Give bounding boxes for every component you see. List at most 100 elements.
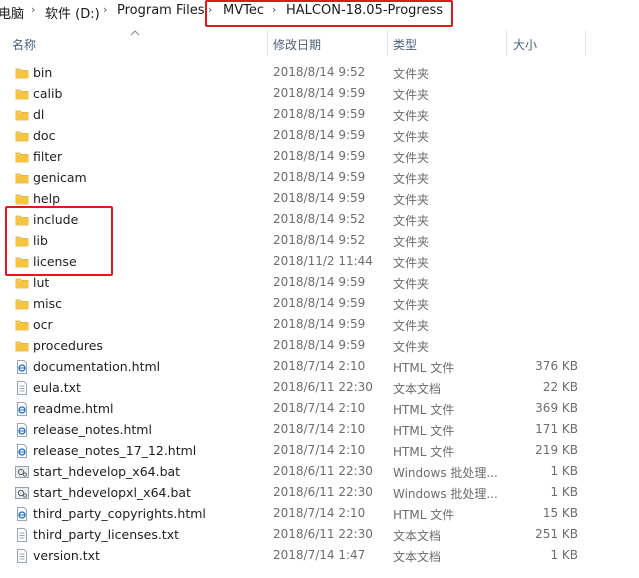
- breadcrumb-item-this-pc[interactable]: 电脑: [0, 3, 24, 22]
- file-date: 2018/8/14 9:59: [273, 86, 366, 100]
- file-row[interactable]: dl 2018/8/14 9:59 文件夹: [0, 105, 639, 126]
- breadcrumb-separator-icon[interactable]: ›: [31, 3, 35, 16]
- file-name: help: [33, 191, 61, 206]
- column-header-size[interactable]: 大小: [513, 36, 537, 53]
- file-row[interactable]: readme.html 2018/7/14 2:10 HTML 文件 369 KB: [0, 399, 639, 420]
- file-row[interactable]: lut 2018/8/14 9:59 文件夹: [0, 273, 639, 294]
- file-type: 文件夹: [393, 193, 430, 207]
- file-date: 2018/7/14 2:10: [273, 506, 366, 520]
- file-type: 文本文档: [393, 529, 442, 543]
- file-type: HTML 文件: [393, 424, 455, 438]
- file-date: 2018/6/11 22:30: [273, 527, 373, 541]
- html-file-icon: [15, 423, 29, 437]
- breadcrumb-item-program-files[interactable]: Program Files: [117, 3, 205, 18]
- file-name: eula.txt: [33, 380, 81, 395]
- file-date: 2018/8/14 9:59: [273, 191, 366, 205]
- file-name: doc: [33, 128, 56, 143]
- file-name: start_hdevelopxl_x64.bat: [33, 485, 191, 500]
- file-name: documentation.html: [33, 359, 161, 374]
- file-row[interactable]: start_hdevelop_x64.bat 2018/6/11 22:30 Win…: [0, 462, 639, 483]
- column-divider[interactable]: [387, 30, 388, 56]
- file-name: calib: [33, 86, 63, 101]
- folder-icon: [15, 276, 29, 290]
- folder-icon: [15, 171, 29, 185]
- file-date: 2018/8/14 9:59: [273, 317, 366, 331]
- file-row[interactable]: doc 2018/8/14 9:59 文件夹: [0, 126, 639, 147]
- folder-icon: [15, 108, 29, 122]
- file-name: dl: [33, 107, 45, 122]
- file-row[interactable]: third_party_licenses.txt 2018/6/11 22:30 文…: [0, 525, 639, 546]
- file-size: 1 KB: [550, 548, 578, 562]
- file-row[interactable]: version.txt 2018/7/14 1:47 文本文档 1 KB: [0, 546, 639, 567]
- file-date: 2018/7/14 1:47: [273, 548, 366, 562]
- file-date: 2018/8/14 9:52: [273, 65, 366, 79]
- file-date: 2018/8/14 9:59: [273, 338, 366, 352]
- batch-file-icon: [15, 486, 29, 500]
- file-type: 文件夹: [393, 88, 430, 102]
- file-size: 171 KB: [535, 422, 578, 436]
- file-name: release_notes.html: [33, 422, 152, 437]
- folder-icon: [15, 297, 29, 311]
- file-name: start_hdevelop_x64.bat: [33, 464, 181, 479]
- column-divider[interactable]: [267, 30, 268, 56]
- file-name: filter: [33, 149, 63, 164]
- file-row[interactable]: misc 2018/8/14 9:59 文件夹: [0, 294, 639, 315]
- file-row[interactable]: eula.txt 2018/6/11 22:30 文本文档 22 KB: [0, 378, 639, 399]
- file-type: HTML 文件: [393, 445, 455, 459]
- file-type: HTML 文件: [393, 361, 455, 375]
- file-size: 22 KB: [542, 380, 578, 394]
- file-row[interactable]: ocr 2018/8/14 9:59 文件夹: [0, 315, 639, 336]
- file-row[interactable]: release_notes_17_12.html 2018/7/14 2:10 HT…: [0, 441, 639, 462]
- file-type: 文本文档: [393, 382, 442, 396]
- folder-icon: [15, 318, 29, 332]
- file-row[interactable]: bin 2018/8/14 9:52 文件夹: [0, 63, 639, 84]
- html-file-icon: [15, 507, 29, 521]
- file-name: version.txt: [33, 548, 100, 563]
- file-date: 2018/7/14 2:10: [273, 443, 366, 457]
- batch-file-icon: [15, 465, 29, 479]
- column-divider[interactable]: [585, 30, 586, 56]
- highlight-box-breadcrumb: [205, 0, 453, 27]
- file-size: 1 KB: [550, 485, 578, 499]
- file-type: Windows 批处理...: [393, 466, 498, 480]
- file-row[interactable]: release_notes.html 2018/7/14 2:10 HTML 文件 1…: [0, 420, 639, 441]
- file-size: 1 KB: [550, 464, 578, 478]
- file-row[interactable]: calib 2018/8/14 9:59 文件夹: [0, 84, 639, 105]
- folder-icon: [15, 150, 29, 164]
- file-size: 251 KB: [535, 527, 578, 541]
- file-size: 369 KB: [535, 401, 578, 415]
- file-size: 376 KB: [535, 359, 578, 373]
- file-row[interactable]: filter 2018/8/14 9:59 文件夹: [0, 147, 639, 168]
- text-file-icon: [15, 381, 29, 395]
- breadcrumb-item-drive[interactable]: 软件 (D:): [45, 3, 100, 22]
- file-type: 文件夹: [393, 130, 430, 144]
- file-size: 219 KB: [535, 443, 578, 457]
- file-type: HTML 文件: [393, 508, 455, 522]
- file-row[interactable]: procedures 2018/8/14 9:59 文件夹: [0, 336, 639, 357]
- file-date: 2018/8/14 9:59: [273, 128, 366, 142]
- folder-icon: [15, 66, 29, 80]
- file-row[interactable]: documentation.html 2018/7/14 2:10 HTML 文件 3…: [0, 357, 639, 378]
- file-date: 2018/8/14 9:52: [273, 212, 366, 226]
- file-name: misc: [33, 296, 63, 311]
- file-row[interactable]: third_party_copyrights.html 2018/7/14 2:1…: [0, 504, 639, 525]
- column-header-type[interactable]: 类型: [393, 36, 417, 53]
- file-date: 2018/8/14 9:59: [273, 170, 366, 184]
- file-type: 文本文档: [393, 550, 442, 564]
- highlight-box-folders: [5, 206, 113, 276]
- file-name: third_party_copyrights.html: [33, 506, 206, 521]
- file-size: 15 KB: [542, 506, 578, 520]
- file-row[interactable]: start_hdevelopxl_x64.bat 2018/6/11 22:30 W…: [0, 483, 639, 504]
- file-row[interactable]: genicam 2018/8/14 9:59 文件夹: [0, 168, 639, 189]
- breadcrumb-separator-icon[interactable]: ›: [103, 3, 107, 16]
- column-header-name[interactable]: 名称: [12, 36, 36, 53]
- folder-icon: [15, 87, 29, 101]
- column-divider[interactable]: [506, 30, 507, 56]
- file-name: lut: [33, 275, 50, 290]
- folder-icon: [15, 129, 29, 143]
- file-type: Windows 批处理...: [393, 487, 498, 501]
- file-type: 文件夹: [393, 277, 430, 291]
- file-type: 文件夹: [393, 214, 430, 228]
- column-header-date[interactable]: 修改日期: [273, 36, 321, 53]
- file-name: third_party_licenses.txt: [33, 527, 180, 542]
